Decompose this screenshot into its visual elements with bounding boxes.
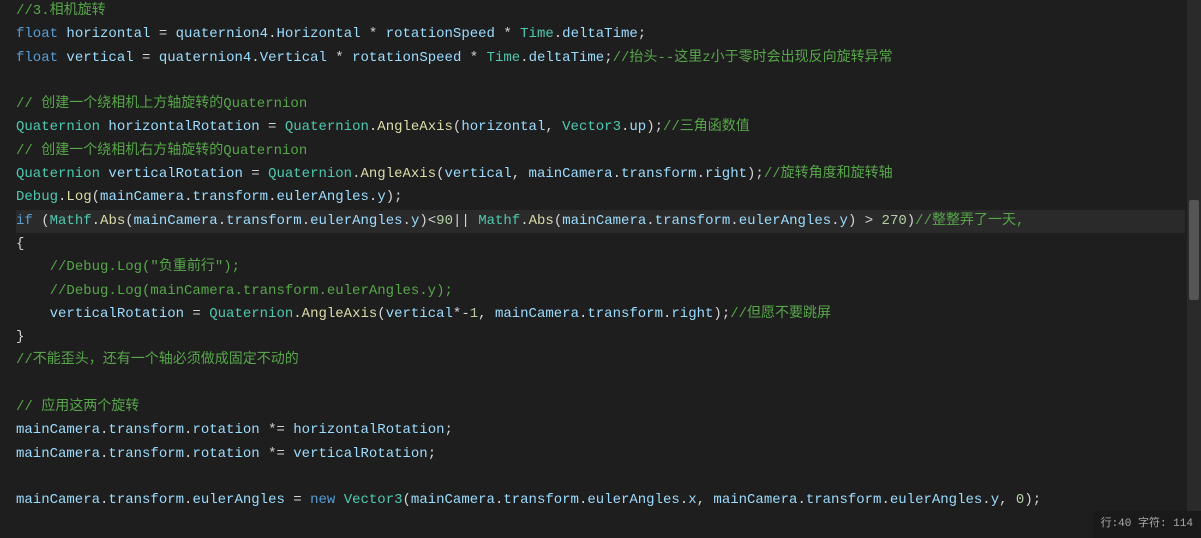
code-line[interactable]: }	[16, 326, 1185, 349]
code-editor[interactable]: //3.相机旋转float horizontal = quaternion4.H…	[0, 0, 1201, 538]
code-line[interactable]: float horizontal = quaternion4.Horizonta…	[16, 23, 1185, 46]
code-line[interactable]: // 创建一个绕相机右方轴旋转的Quaternion	[16, 140, 1185, 163]
code-line[interactable]: // 创建一个绕相机上方轴旋转的Quaternion	[16, 93, 1185, 116]
code-line[interactable]: Quaternion verticalRotation = Quaternion…	[16, 163, 1185, 186]
code-line[interactable]: if (Mathf.Abs(mainCamera.transform.euler…	[16, 210, 1185, 233]
code-line[interactable]: verticalRotation = Quaternion.AngleAxis(…	[16, 303, 1185, 326]
code-line[interactable]: //Debug.Log("负重前行");	[16, 256, 1185, 279]
code-line[interactable]: //不能歪头，还有一个轴必须做成固定不动的	[16, 349, 1185, 372]
status-bar: 行:40 字符: 114	[1093, 511, 1201, 538]
scrollbar-thumb[interactable]	[1189, 200, 1199, 300]
code-line[interactable]: float vertical = quaternion4.Vertical * …	[16, 47, 1185, 70]
code-line[interactable]	[16, 70, 1185, 93]
code-line[interactable]: Debug.Log(mainCamera.transform.eulerAngl…	[16, 186, 1185, 209]
code-line[interactable]: //Debug.Log(mainCamera.transform.eulerAn…	[16, 280, 1185, 303]
code-line[interactable]: //3.相机旋转	[16, 0, 1185, 23]
code-line[interactable]: mainCamera.transform.rotation *= vertica…	[16, 443, 1185, 466]
code-line[interactable]: // 应用这两个旋转	[16, 396, 1185, 419]
code-line[interactable]: mainCamera.transform.eulerAngles = new V…	[16, 489, 1185, 512]
code-line[interactable]: Quaternion horizontalRotation = Quaterni…	[16, 116, 1185, 139]
code-line[interactable]: {	[16, 233, 1185, 256]
vertical-scrollbar[interactable]	[1187, 0, 1201, 518]
code-line[interactable]	[16, 373, 1185, 396]
code-line[interactable]: mainCamera.transform.rotation *= horizon…	[16, 419, 1185, 442]
code-line[interactable]	[16, 466, 1185, 489]
